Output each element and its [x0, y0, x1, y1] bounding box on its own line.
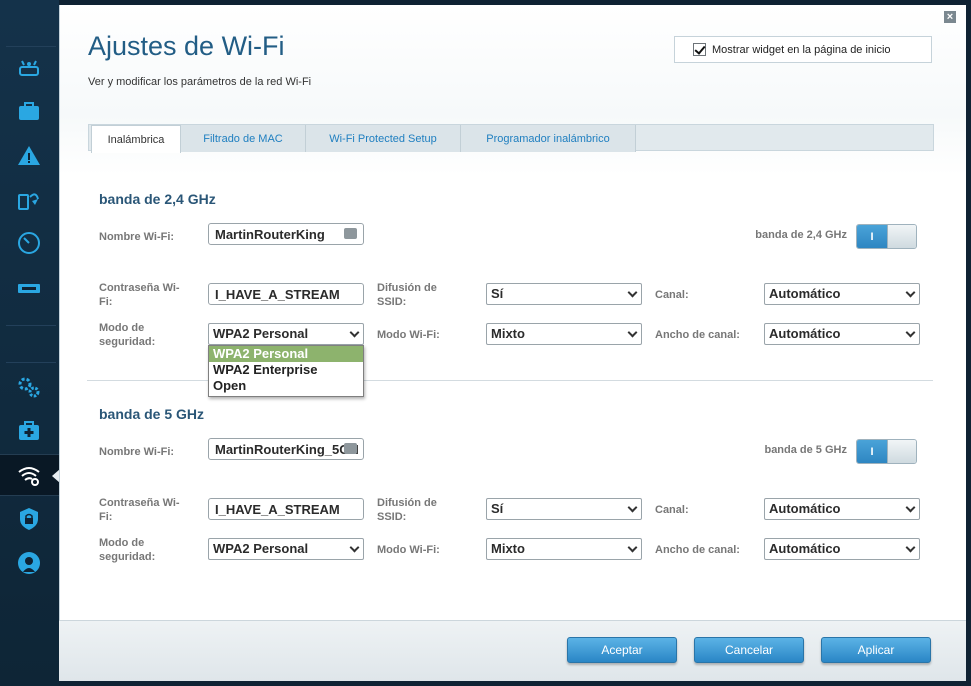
tab-bar: Inalámbrica Filtrado de MAC Wi-Fi Protec… [88, 124, 934, 153]
band24-channel-select[interactable]: Automático [764, 283, 920, 305]
band5-wifi-mode-select[interactable]: Mixto [486, 538, 642, 560]
chevron-down-icon [627, 287, 638, 298]
dropdown-option-open[interactable]: Open [209, 378, 363, 394]
page-subtitle: Ver y modificar los parámetros de la red… [88, 76, 312, 88]
tab-wifi-protected-setup[interactable]: Wi-Fi Protected Setup [306, 125, 461, 152]
chevron-down-icon [905, 287, 916, 298]
band5-ssid-broadcast-select[interactable]: Sí [486, 498, 642, 520]
band24-channel-width-label: Ancho de canal: [655, 329, 740, 341]
band24-security-mode-select[interactable]: WPA2 Personal [208, 323, 364, 345]
band24-wifi-name-label: Nombre Wi-Fi: [99, 231, 175, 243]
tab-wireless-scheduler[interactable]: Programador inalámbrico [461, 125, 636, 152]
router-icon[interactable] [10, 50, 48, 88]
show-widget-checkbox[interactable] [693, 43, 706, 56]
show-widget-label: Mostrar widget en la página de inicio [712, 43, 891, 56]
band5-password-input[interactable]: I_HAVE_A_STREAM [208, 498, 364, 520]
sidebar-divider [6, 46, 56, 47]
band24-security-label: Modo de seguridad: [99, 322, 156, 348]
chevron-down-icon [627, 502, 638, 513]
band5-password-label: Contraseña Wi- Fi: [99, 497, 180, 523]
chevron-down-icon [905, 327, 916, 338]
apply-button[interactable]: Aplicar [821, 637, 931, 663]
band5-channel-width-select[interactable]: Automático [764, 538, 920, 560]
band24-password-label: Contraseña Wi- Fi: [99, 282, 180, 308]
settings-gears-icon[interactable] [10, 368, 48, 406]
band24-wifi-mode-select[interactable]: Mixto [486, 323, 642, 345]
band24-wifi-name-input[interactable]: MartinRouterKing [208, 223, 364, 245]
tab-inalambrica[interactable]: Inalámbrica [91, 125, 181, 153]
chevron-down-icon [627, 327, 638, 338]
wifi-settings-icon[interactable] [10, 456, 48, 494]
chevron-down-icon [905, 502, 916, 513]
band24-wifi-mode-label: Modo Wi-Fi: [377, 329, 440, 341]
sidebar-nav [0, 0, 60, 686]
alert-icon[interactable] [10, 137, 48, 175]
devices-icon[interactable] [10, 93, 48, 131]
security-lock-icon[interactable] [10, 500, 48, 538]
band5-channel-width-label: Ancho de canal: [655, 544, 740, 556]
band5-wifi-name-label: Nombre Wi-Fi: [99, 446, 175, 458]
usb-storage-icon[interactable] [10, 269, 48, 307]
speed-gauge-icon[interactable] [10, 224, 48, 262]
security-mode-dropdown-list: WPA2 Personal WPA2 Enterprise Open [208, 345, 364, 397]
band5-ssid-label: Difusión de SSID: [377, 497, 437, 523]
band24-channel-label: Canal: [655, 289, 689, 301]
band24-section-title: banda de 2,4 GHz [99, 191, 216, 207]
band5-channel-label: Canal: [655, 504, 689, 516]
toggle-on-indicator: I [857, 440, 887, 463]
band5-enable-toggle[interactable]: I [856, 439, 917, 464]
tab-mac-filtering[interactable]: Filtrado de MAC [181, 125, 306, 152]
band24-channel-width-select[interactable]: Automático [764, 323, 920, 345]
keyboard-icon[interactable] [344, 228, 357, 239]
accept-button[interactable]: Aceptar [567, 637, 677, 663]
toggle-knob [887, 225, 916, 248]
show-widget-option[interactable]: Mostrar widget en la página de inicio [674, 36, 932, 63]
connectivity-icon[interactable] [10, 181, 48, 219]
band24-password-input[interactable]: I_HAVE_A_STREAM [208, 283, 364, 305]
band5-wifi-name-input[interactable]: MartinRouterKing_5GH [208, 438, 364, 460]
band5-security-label: Modo de seguridad: [99, 537, 156, 563]
troubleshooting-icon[interactable] [10, 412, 48, 450]
chevron-down-icon [349, 327, 360, 338]
band24-ssid-broadcast-select[interactable]: Sí [486, 283, 642, 305]
dropdown-option-wpa2-personal[interactable]: WPA2 Personal [209, 346, 363, 362]
parental-controls-icon[interactable] [10, 544, 48, 582]
toggle-on-indicator: I [857, 225, 887, 248]
dropdown-option-wpa2-enterprise[interactable]: WPA2 Enterprise [209, 362, 363, 378]
sidebar-divider [6, 325, 56, 326]
band5-channel-select[interactable]: Automático [764, 498, 920, 520]
toggle-knob [887, 440, 916, 463]
band5-toggle-label: banda de 5 GHz [764, 444, 847, 456]
band24-ssid-label: Difusión de SSID: [377, 282, 437, 308]
band5-section-title: banda de 5 GHz [99, 406, 205, 422]
chevron-down-icon [905, 542, 916, 553]
band24-toggle-label: banda de 2,4 GHz [755, 229, 847, 241]
page-title: Ajustes de Wi-Fi [88, 31, 285, 61]
cancel-button[interactable]: Cancelar [694, 637, 804, 663]
close-icon[interactable]: × [944, 11, 956, 23]
band5-wifi-mode-label: Modo Wi-Fi: [377, 544, 440, 556]
keyboard-icon[interactable] [344, 443, 357, 454]
chevron-down-icon [349, 542, 360, 553]
sidebar-divider [6, 362, 56, 363]
band5-security-mode-select[interactable]: WPA2 Personal [208, 538, 364, 560]
chevron-down-icon [627, 542, 638, 553]
band24-enable-toggle[interactable]: I [856, 224, 917, 249]
